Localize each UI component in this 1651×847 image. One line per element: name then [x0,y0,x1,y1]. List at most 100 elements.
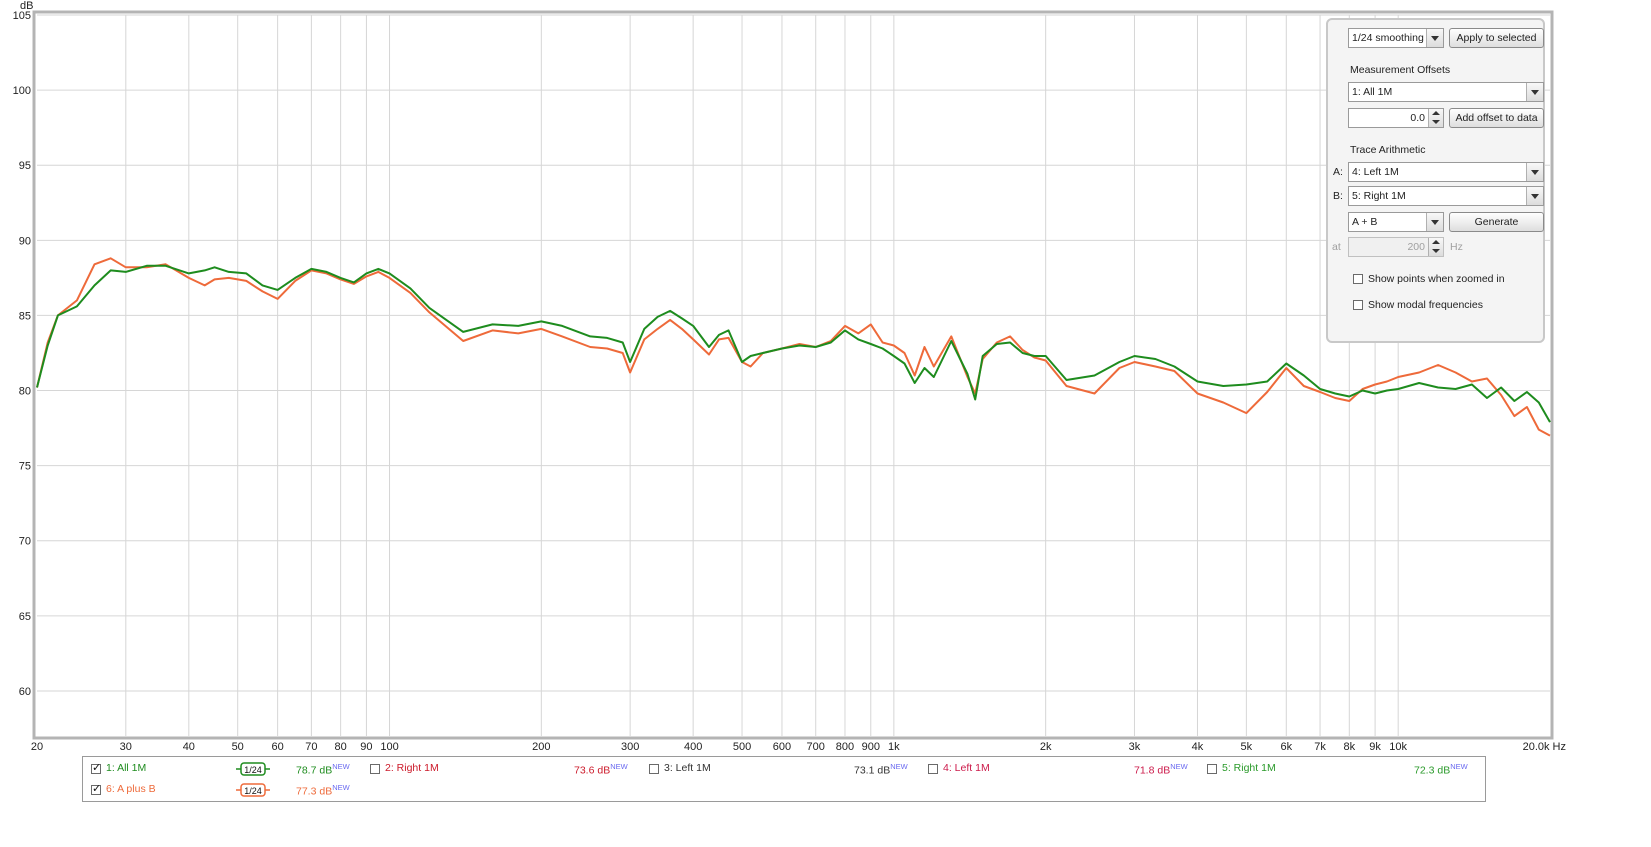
x-tick-label: 3k [1129,741,1141,753]
trace-a-label: A: [1333,166,1343,178]
legend-checkbox[interactable] [928,764,938,774]
legend-item[interactable]: 2: Right 1M 73.6 dBNEW [370,761,640,777]
x-tick-label: 80 [335,741,347,753]
legend-item[interactable]: 5: Right 1M 72.3 dBNEW [1207,761,1477,777]
y-tick-label: 75 [19,461,31,473]
show-points-label: Show points when zoomed in [1368,273,1505,285]
y-tick-label: 70 [19,536,31,548]
x-tick-label: 700 [807,741,825,753]
trace-b-value: 5: Right 1M [1352,190,1406,202]
y-tick-label: 95 [19,160,31,172]
trace-arithmetic-heading: Trace Arithmetic [1350,144,1426,156]
legend-checkbox[interactable] [1207,764,1217,774]
legend-name: 1: All 1M [106,762,147,774]
legend-name: 4: Left 1M [943,762,990,774]
legend-name: 2: Right 1M [385,762,439,774]
operation-select[interactable]: A + B [1348,212,1444,232]
spinner-arrows-icon[interactable] [1428,238,1443,256]
y-tick-label: 90 [19,235,31,247]
show-modal-label: Show modal frequencies [1368,299,1483,311]
grid [37,14,1550,736]
trace-b-select[interactable]: 5: Right 1M [1348,186,1544,206]
legend-value: 72.3 dBNEW [1414,762,1468,777]
legend-value: 78.7 dBNEW [296,762,350,777]
legend-name: 6: A plus B [106,783,156,795]
operation-value: A + B [1352,216,1378,228]
legend-item[interactable]: 3: Left 1M 73.1 dBNEW [649,761,919,777]
x-tick-label: 5k [1241,741,1253,753]
y-axis-label: dB [20,0,33,12]
x-tick-label: 4k [1192,741,1204,753]
x-tick-label: 60 [272,741,284,753]
x-tick-label: 400 [684,741,702,753]
legend-checkbox[interactable] [370,764,380,774]
new-badge: NEW [332,783,350,792]
offset-measurement-select[interactable]: 1: All 1M [1348,82,1544,102]
plot-frame [32,10,1554,740]
trace-a-select[interactable]: 4: Left 1M [1348,162,1544,182]
y-tick-label: 60 [19,686,31,698]
show-modal-checkbox[interactable] [1353,300,1363,310]
measurement-offsets-heading: Measurement Offsets [1350,64,1451,76]
new-badge: NEW [332,762,350,771]
x-tick-label: 10k [1389,741,1407,753]
series-line [36,264,1551,423]
y-tick-label: 80 [19,386,31,398]
legend-name: 3: Left 1M [664,762,711,774]
x-tick-labels: 20 30 40 50 60 70 80 90 100 200 300 400 500 600 700 800… [31,741,1566,753]
y-tick-label: 100 [13,85,31,97]
smoothing-badge: 1/24 [236,762,270,776]
spinner-arrows-icon[interactable] [1428,109,1443,127]
x-tick-label: 600 [773,741,791,753]
new-badge: NEW [1450,762,1468,771]
legend-checkbox[interactable] [649,764,659,774]
smoothing-select[interactable]: 1/24 smoothing [1348,28,1444,48]
chevron-down-icon [1426,213,1443,231]
at-frequency-value: 200 [1407,241,1425,253]
legend-name: 5: Right 1M [1222,762,1276,774]
legend-checkbox[interactable] [91,761,101,774]
at-label: at [1332,241,1341,253]
x-tick-label: 1k [888,741,900,753]
svg-text:1/24: 1/24 [244,786,262,796]
y-tick-label: 85 [19,310,31,322]
x-tick-label: 50 [232,741,244,753]
svg-text:1/24: 1/24 [244,765,262,775]
y-tick-labels: 6065707580859095100105 [13,10,31,698]
trace-a-value: 4: Left 1M [1352,166,1399,178]
add-offset-button[interactable]: Add offset to data [1449,108,1544,128]
measurement-legend: 1: All 1M 1/24 78.7 dBNEW 2: Right 1M 73.6 d… [82,756,1486,802]
legend-item[interactable]: 6: A plus B 1/24 77.3 dBNEW [91,782,361,798]
offset-value: 0.0 [1410,112,1425,124]
at-frequency-spinner[interactable]: 200 [1348,237,1444,257]
x-tick-label: 8k [1343,741,1355,753]
legend-checkbox[interactable] [91,782,101,795]
new-badge: NEW [890,762,908,771]
hz-unit-label: Hz [1450,241,1463,253]
generate-button[interactable]: Generate [1449,212,1544,232]
chevron-down-icon [1426,29,1443,47]
x-tick-label: 6k [1280,741,1292,753]
legend-value: 73.1 dBNEW [854,762,908,777]
control-panel: 1/24 smoothing Apply to selected Measure… [1326,18,1545,343]
legend-item[interactable]: 4: Left 1M 71.8 dBNEW [928,761,1198,777]
legend-value: 73.6 dBNEW [574,762,628,777]
x-tick-label: 20 [31,741,43,753]
x-tick-label: 100 [380,741,398,753]
smoothing-value: 1/24 smoothing [1352,32,1424,44]
legend-value: 77.3 dBNEW [296,783,350,798]
show-points-checkbox[interactable] [1353,274,1363,284]
x-tick-label: 7k [1314,741,1326,753]
legend-item[interactable]: 1: All 1M 1/24 78.7 dBNEW [91,761,361,777]
apply-to-selected-button[interactable]: Apply to selected [1449,28,1544,48]
x-tick-label: 9k [1369,741,1381,753]
x-tick-label: 200 [532,741,550,753]
x-tick-label: 90 [360,741,372,753]
x-tick-label: 2k [1040,741,1052,753]
x-tick-label: 500 [733,741,751,753]
x-tick-label: 900 [862,741,880,753]
x-tick-label: 40 [183,741,195,753]
x-tick-label: 800 [836,741,854,753]
offset-value-spinner[interactable]: 0.0 [1348,108,1444,128]
new-badge: NEW [1170,762,1188,771]
